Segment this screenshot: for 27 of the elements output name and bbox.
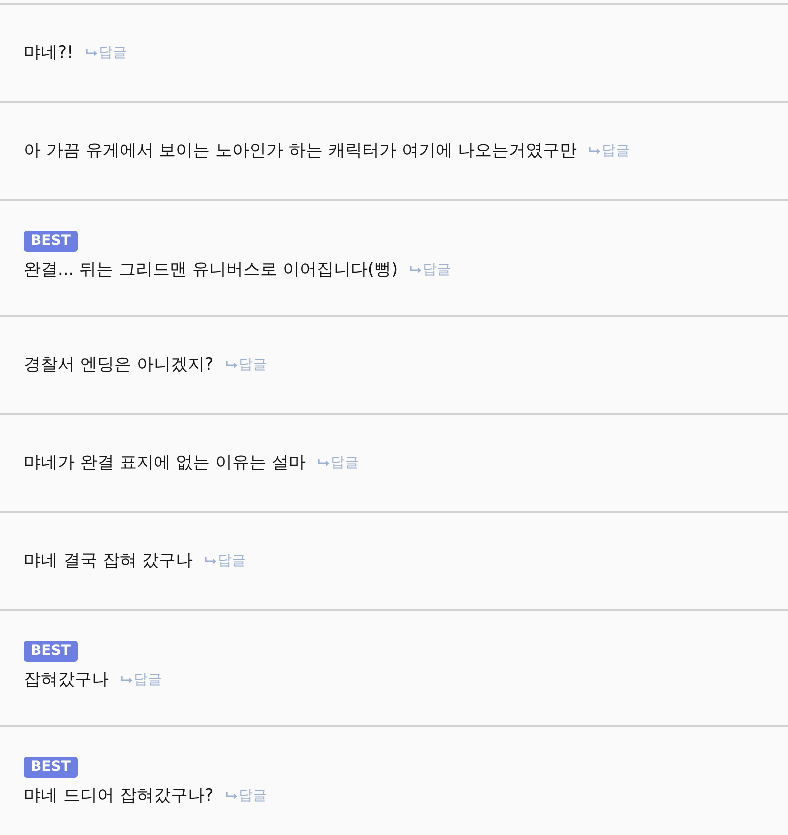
comment-text: 먀네가 완결 표지에 없는 이유는 설마 <box>24 452 306 475</box>
reply-link[interactable]: 답글 <box>226 350 267 380</box>
reply-link[interactable]: 답글 <box>226 781 267 811</box>
best-badge: BEST <box>24 641 78 662</box>
reply-arrow-icon <box>589 147 602 155</box>
reply-arrow-icon <box>205 557 218 565</box>
comment-text: 먀네?! <box>24 42 74 65</box>
reply-link[interactable]: 답글 <box>205 546 246 576</box>
comment-text: 완결... 뒤는 그리드맨 유니버스로 이어집니다(뻥) <box>24 259 398 282</box>
comment-text: 아 가끔 유게에서 보이는 노아인가 하는 캐릭터가 여기에 나오는거였구만 <box>24 140 578 163</box>
reply-arrow-icon <box>121 676 133 684</box>
reply-arrow-icon <box>226 792 238 800</box>
reply-arrow-icon <box>410 266 422 274</box>
best-badge: BEST <box>24 757 78 778</box>
reply-link[interactable]: 답글 <box>589 136 630 166</box>
comment-text: 먀네 드디어 잡혀갔구나? <box>24 785 214 808</box>
reply-link[interactable]: 답글 <box>86 38 127 68</box>
reply-arrow-icon <box>226 361 238 369</box>
reply-link[interactable]: 답글 <box>410 255 452 285</box>
reply-link[interactable]: 답글 <box>121 665 162 695</box>
comment-text: 먀네 결국 잡혀 갔구나 <box>24 550 194 573</box>
reply-arrow-icon <box>318 459 330 467</box>
comment-text: 잡혀갔구나 <box>24 669 109 692</box>
best-badge: BEST <box>24 231 78 252</box>
reply-arrow-icon <box>86 49 98 57</box>
reply-link[interactable]: 답글 <box>318 448 360 478</box>
comment-text: 경찰서 엔딩은 아니겠지? <box>24 354 214 377</box>
